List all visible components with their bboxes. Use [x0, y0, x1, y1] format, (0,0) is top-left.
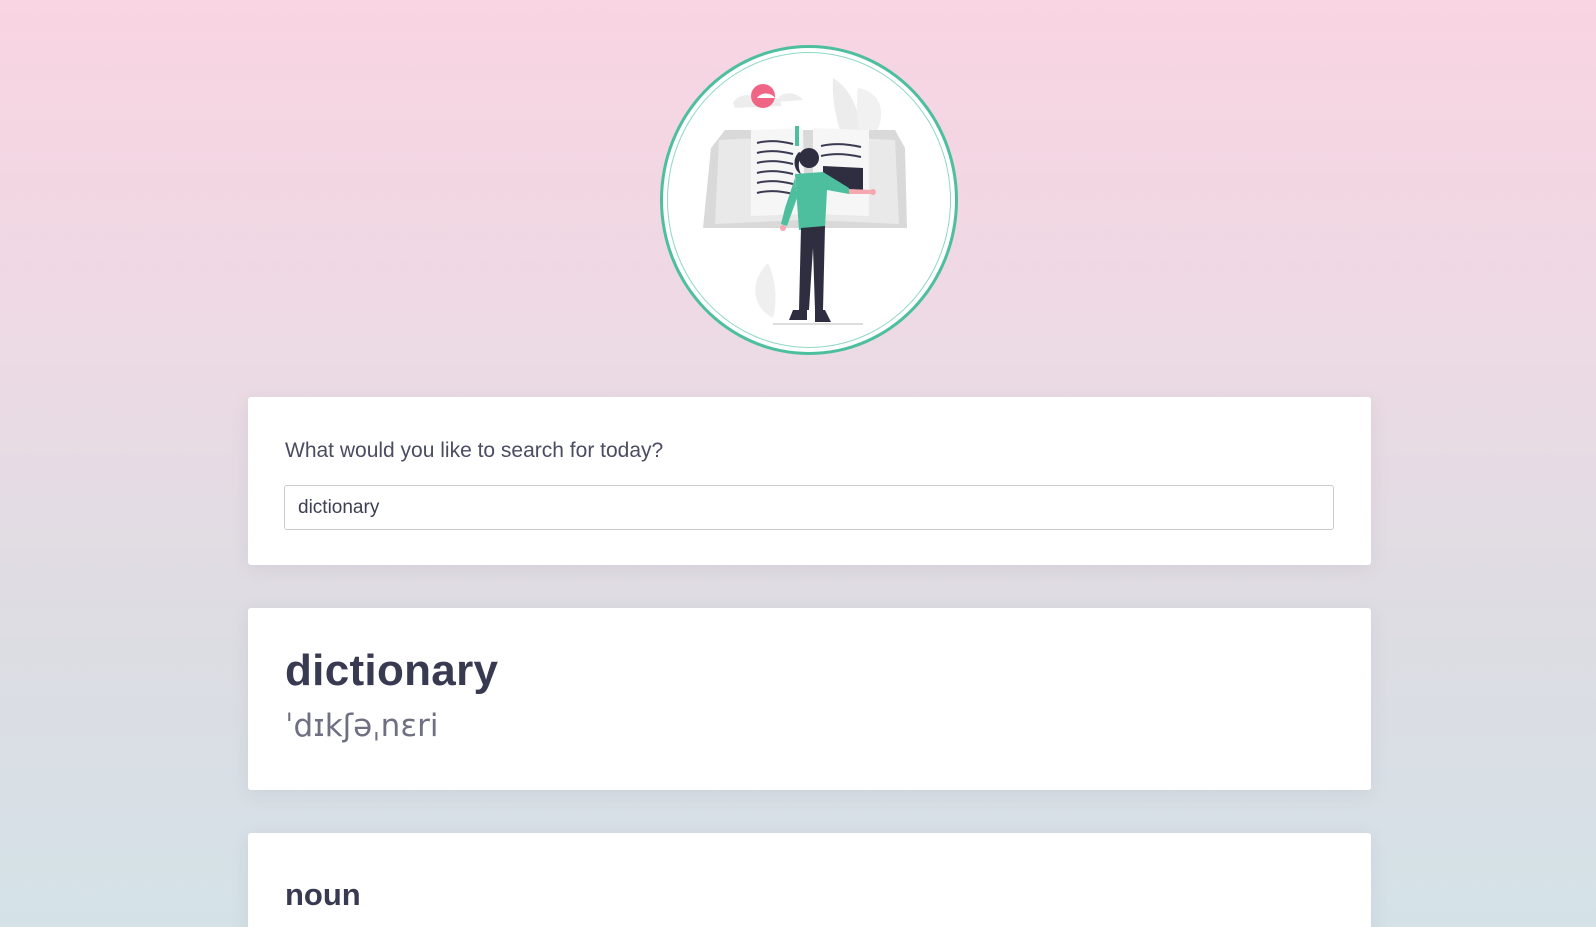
cloud-shape — [775, 93, 803, 102]
meaning-card: noun — [248, 833, 1371, 927]
hero-illustration — [660, 45, 958, 355]
word-card: dictionary ˈdɪkʃəˌnɛri — [248, 608, 1371, 790]
phonetic-text: ˈdɪkʃəˌnɛri — [285, 708, 439, 744]
search-card: What would you like to search for today? — [248, 397, 1371, 565]
leaf-shape — [755, 263, 776, 318]
word-title: dictionary — [285, 646, 499, 695]
person-shoe-shape — [789, 310, 807, 320]
reading-book-illustration — [703, 78, 907, 325]
person-hand-shape — [780, 225, 786, 231]
search-input[interactable] — [284, 485, 1334, 530]
person-legs-shape — [799, 226, 825, 310]
search-prompt: What would you like to search for today? — [285, 439, 664, 462]
bookmark-shape — [795, 126, 799, 146]
part-of-speech-heading: noun — [285, 877, 361, 912]
person-head-shape — [799, 148, 819, 168]
hero-circle — [660, 45, 958, 355]
person-shoe-shape — [815, 310, 831, 322]
